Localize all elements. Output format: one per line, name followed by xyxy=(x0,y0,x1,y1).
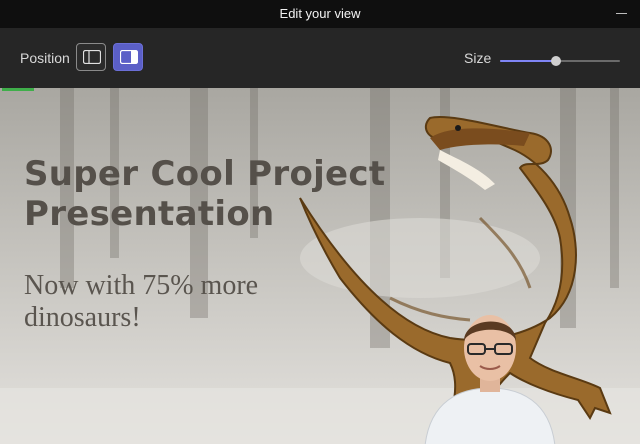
size-label: Size xyxy=(464,50,492,66)
slider-thumb[interactable] xyxy=(551,56,562,66)
toolbar: Position Size xyxy=(0,28,640,88)
position-label: Position xyxy=(20,50,70,66)
minimize-icon[interactable] xyxy=(616,13,627,14)
slider-fill xyxy=(500,60,557,62)
position-left-button[interactable] xyxy=(76,43,106,71)
window-title: Edit your view xyxy=(279,6,361,21)
title-bar: Edit your view xyxy=(0,0,640,28)
size-slider[interactable] xyxy=(500,56,620,66)
active-indicator xyxy=(2,88,34,91)
layout-left-icon xyxy=(83,50,101,64)
position-right-button[interactable] xyxy=(113,43,143,71)
slide-subtitle: Now with 75% more dinosaurs! xyxy=(24,270,259,333)
layout-right-icon xyxy=(120,50,138,64)
presenter-video xyxy=(424,315,556,444)
presentation-preview: Super Cool Project Presentation Now with… xyxy=(0,88,640,444)
